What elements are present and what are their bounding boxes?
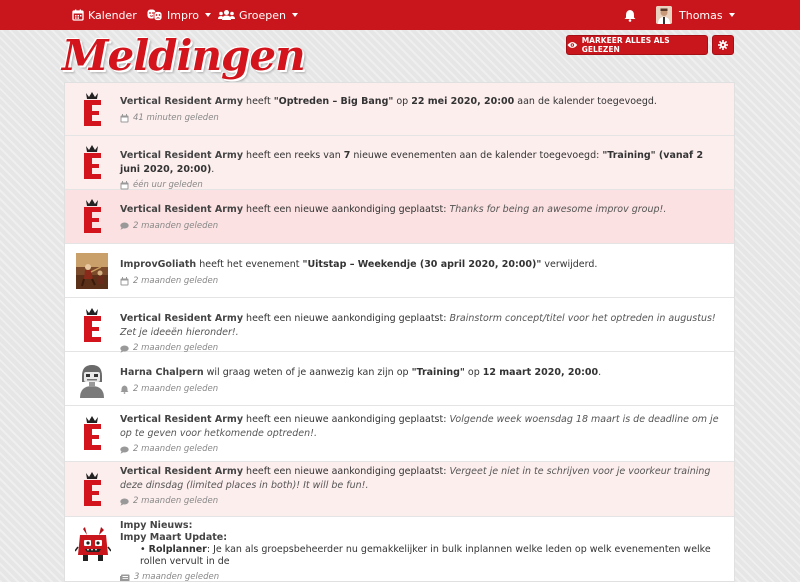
notification-author: Vertical Resident Army xyxy=(120,150,244,161)
nav-impro[interactable]: Impro xyxy=(147,0,211,30)
notification-quote: "Uitstap – Weekendje (30 april 2020, 20:… xyxy=(302,259,542,270)
users-icon xyxy=(218,10,235,20)
notification-author: Vertical Resident Army xyxy=(120,313,244,324)
notification-row[interactable]: Harna Chalpern wil graag weten of je aan… xyxy=(65,352,734,406)
user-menu[interactable]: Thomas xyxy=(656,0,735,30)
notification-time: 2 maanden geleden xyxy=(133,220,219,231)
comment-icon xyxy=(120,498,129,506)
avatar xyxy=(76,253,108,289)
nav-groups-label: Groepen xyxy=(239,8,287,22)
notification-row[interactable]: Vertical Resident Army heeft een reeks v… xyxy=(65,136,734,190)
notification-row[interactable]: Vertical Resident Army heeft "Optreden –… xyxy=(65,83,734,136)
group-logo-icon xyxy=(84,416,101,450)
notification-text: heeft xyxy=(243,96,274,107)
comment-icon xyxy=(120,446,129,454)
bell-icon xyxy=(624,9,636,22)
news-bullet-text: : Je kan als groepsbeheerder nu gemakkel… xyxy=(140,544,711,567)
group-logo-icon xyxy=(84,308,101,342)
notification-text: heeft een nieuwe aankondiging geplaatst: xyxy=(243,204,450,215)
calendar-icon xyxy=(120,113,129,123)
notification-text: aan de kalender toegevoegd. xyxy=(514,96,657,107)
announcement-text: Thanks for being an awesome improv group… xyxy=(449,204,667,215)
mark-all-read-label: MARKEER ALLES ALS GELEZEN xyxy=(581,36,670,54)
news-heading: Impy Nieuws: xyxy=(120,520,193,531)
avatar xyxy=(656,6,672,24)
group-logo-icon xyxy=(84,472,101,506)
notification-quote: "Training" xyxy=(411,367,465,378)
notification-author: Harna Chalpern xyxy=(120,367,204,378)
notification-text: . xyxy=(598,367,602,378)
nav-groups[interactable]: Groepen xyxy=(218,0,299,30)
notification-row[interactable]: Vertical Resident Army heeft een nieuwe … xyxy=(65,406,734,462)
notification-text: nieuwe evenementen aan de kalender toege… xyxy=(350,150,603,161)
notification-text: heeft een nieuwe aankondiging geplaatst: xyxy=(243,466,450,477)
notification-time: 2 maanden geleden xyxy=(133,275,219,286)
avatar xyxy=(76,362,108,398)
group-logo-icon xyxy=(84,199,101,233)
gear-icon xyxy=(718,40,728,50)
news-subheading: Impy Maart Update: xyxy=(120,532,228,543)
calendar-icon xyxy=(72,9,84,21)
chevron-down-icon xyxy=(728,13,735,17)
notification-date: 22 mei 2020, 20:00 xyxy=(411,96,515,107)
notification-author: Vertical Resident Army xyxy=(120,466,244,477)
notification-text: wil graag weten of je aanwezig kan zijn … xyxy=(203,367,412,378)
notification-text: . xyxy=(211,163,215,175)
notification-author: Vertical Resident Army xyxy=(120,204,244,215)
chevron-down-icon xyxy=(292,13,299,17)
calendar-icon xyxy=(120,181,129,190)
impy-mascot-icon xyxy=(74,525,112,563)
notification-time: 2 maanden geleden xyxy=(133,444,219,454)
nav-impro-label: Impro xyxy=(167,8,199,22)
settings-button[interactable] xyxy=(712,35,734,55)
nav-calendar[interactable]: Kalender xyxy=(72,0,137,30)
notification-time: 2 maanden geleden xyxy=(133,496,219,506)
comment-icon xyxy=(120,222,129,231)
notification-text: heeft een nieuwe aankondiging geplaatst: xyxy=(243,313,450,324)
group-logo-icon xyxy=(84,145,101,179)
notification-row[interactable]: Vertical Resident Army heeft een nieuwe … xyxy=(65,462,734,517)
mark-all-read-button[interactable]: MARKEER ALLES ALS GELEZEN xyxy=(566,35,708,55)
newspaper-icon xyxy=(120,574,130,581)
notification-time: 2 maanden geleden xyxy=(133,383,219,394)
notification-row[interactable]: Impy Nieuws: Impy Maart Update: • Rolpla… xyxy=(65,517,734,582)
notifications-button[interactable] xyxy=(624,0,636,30)
notification-list: Vertical Resident Army heeft "Optreden –… xyxy=(64,82,735,582)
notification-time: 3 maanden geleden xyxy=(134,572,220,582)
notification-quote: "Optreden – Big Bang" xyxy=(273,96,394,107)
calendar-icon xyxy=(120,276,129,286)
news-bullet: • Rolplanner: Je kan als groepsbeheerder… xyxy=(140,544,711,567)
notification-row[interactable]: ImprovGoliath heeft het evenement "Uitst… xyxy=(65,244,734,298)
nav-calendar-label: Kalender xyxy=(88,8,137,22)
notification-text: verwijderd. xyxy=(541,259,598,270)
notification-text: heeft het evenement xyxy=(196,259,303,270)
chevron-down-icon xyxy=(204,13,211,17)
notification-author: Vertical Resident Army xyxy=(120,96,244,107)
notification-time: 41 minuten geleden xyxy=(133,112,219,123)
user-name: Thomas xyxy=(679,8,723,22)
notification-date: 12 maart 2020, 20:00 xyxy=(482,367,599,378)
notification-row[interactable]: Vertical Resident Army heeft een nieuwe … xyxy=(65,190,734,244)
bell-icon xyxy=(120,385,129,394)
news-bullet-title: Rolplanner xyxy=(148,544,207,555)
notification-author: Vertical Resident Army xyxy=(120,414,244,425)
top-navbar: Kalender Impro Groepen Thomas xyxy=(0,0,800,30)
notification-text: heeft een reeks van xyxy=(243,150,344,161)
group-logo-icon xyxy=(84,92,101,126)
notification-row[interactable]: Vertical Resident Army heeft een nieuwe … xyxy=(65,298,734,353)
theater-masks-icon xyxy=(147,9,163,21)
page-title: Meldingen xyxy=(62,31,306,80)
notification-text: heeft een nieuwe aankondiging geplaatst: xyxy=(243,414,450,425)
eye-icon xyxy=(567,42,578,48)
notification-text: op xyxy=(393,96,412,107)
notification-author: ImprovGoliath xyxy=(120,259,197,270)
notification-text: op xyxy=(464,367,483,378)
